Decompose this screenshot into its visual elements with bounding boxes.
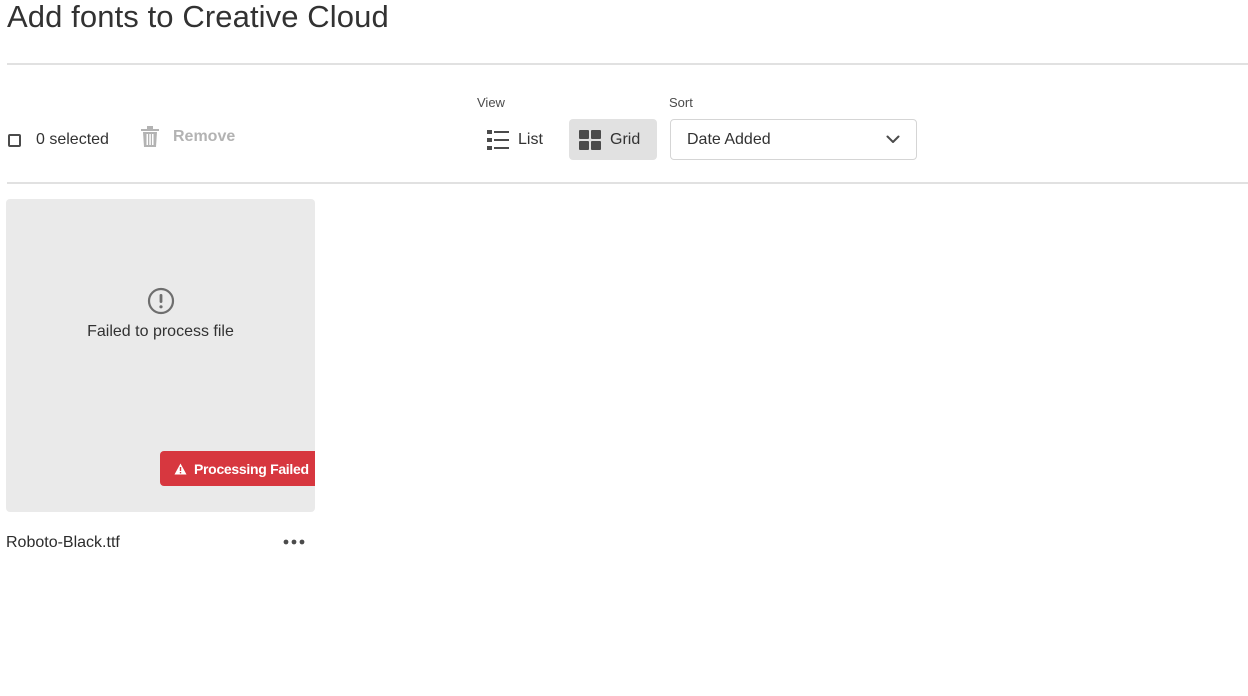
grid-icon bbox=[579, 129, 601, 150]
chevron-down-icon bbox=[886, 135, 900, 143]
sort-value: Date Added bbox=[687, 130, 771, 148]
view-label: View bbox=[477, 95, 505, 110]
list-icon bbox=[487, 129, 509, 150]
file-name: Roboto-Black.ttf bbox=[6, 534, 120, 551]
selected-count: 0 selected bbox=[36, 131, 109, 148]
card-error-text: Failed to process file bbox=[87, 323, 234, 340]
checkbox-icon[interactable] bbox=[8, 133, 21, 147]
header-divider bbox=[7, 63, 1248, 65]
alert-circle-icon bbox=[147, 287, 174, 315]
view-grid-label: Grid bbox=[610, 130, 641, 148]
status-badge-label: Processing Failed bbox=[194, 460, 309, 477]
view-list-label: List bbox=[518, 130, 543, 148]
trash-icon bbox=[141, 126, 159, 147]
page: Add fonts to Creative Cloud 0 selected R… bbox=[0, 0, 1248, 696]
page-title: Add fonts to Creative Cloud bbox=[7, 0, 389, 34]
alert-triangle-icon bbox=[174, 463, 187, 474]
remove-label: Remove bbox=[173, 128, 236, 145]
more-options-button[interactable] bbox=[278, 532, 310, 552]
view-list-button[interactable]: List bbox=[478, 119, 554, 160]
view-grid-button[interactable]: Grid bbox=[569, 119, 657, 160]
font-file-card[interactable]: Failed to process file Processing Failed bbox=[6, 199, 315, 512]
select-all-checkbox[interactable]: 0 selected bbox=[8, 131, 109, 149]
card-error-message: Failed to process file bbox=[6, 287, 315, 341]
status-badge: Processing Failed bbox=[160, 451, 315, 486]
toolbar-divider bbox=[7, 182, 1248, 184]
more-icon bbox=[283, 539, 305, 545]
sort-label: Sort bbox=[669, 95, 693, 110]
sort-dropdown[interactable]: Date Added bbox=[670, 119, 917, 160]
remove-button[interactable]: Remove bbox=[140, 126, 235, 148]
